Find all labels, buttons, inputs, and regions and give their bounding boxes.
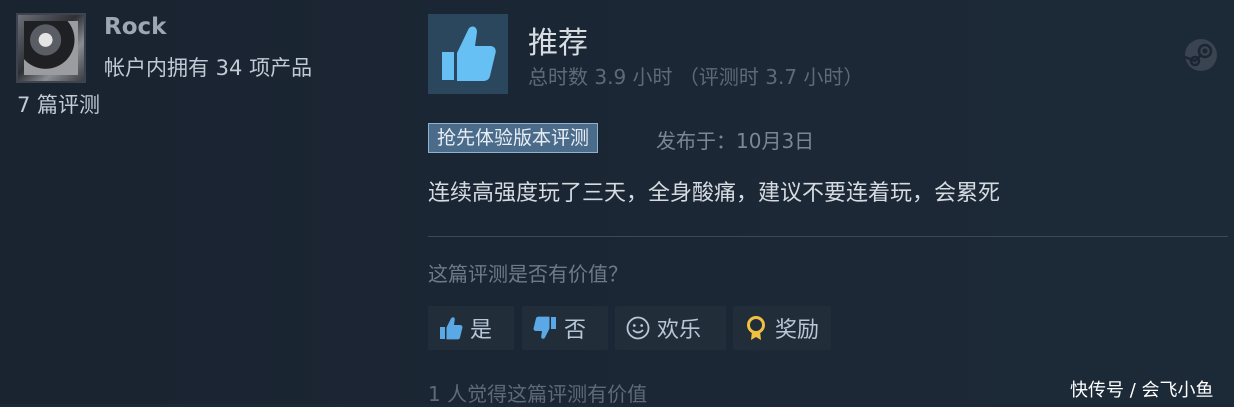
vote-no-label: 否: [564, 318, 587, 343]
vote-yes-label: 是: [470, 318, 493, 343]
review-text: 连续高强度玩了三天，全身酸痛，建议不要连着玩，会累死: [428, 181, 1001, 206]
watermark: 快传号 / 会飞小鱼: [1070, 380, 1214, 401]
avatar-image: [24, 21, 78, 75]
steam-logo-icon: [1184, 38, 1218, 72]
award-button[interactable]: 奖励: [733, 306, 831, 350]
posted-date: 发布于：10月3日: [656, 129, 815, 153]
vote-no-button[interactable]: 否: [522, 306, 608, 350]
smiley-icon: [625, 315, 651, 341]
products-owned[interactable]: 帐户内拥有 34 项产品: [104, 52, 312, 82]
reviews-count[interactable]: 7 篇评测: [17, 89, 100, 119]
thumbs-up-icon: [428, 14, 508, 94]
playtime: 总时数 3.9 小时 （评测时 3.7 小时）: [528, 65, 864, 89]
vote-funny-label: 欢乐: [657, 318, 702, 343]
reviewer-name[interactable]: Rock: [104, 14, 166, 40]
vote-funny-button[interactable]: 欢乐: [615, 306, 726, 350]
divider: [428, 236, 1228, 237]
thumbs-up-icon: [438, 315, 464, 341]
thumbs-up-graphic: [442, 26, 496, 81]
avatar[interactable]: [16, 13, 86, 83]
found-helpful-count: 1 人觉得这篇评测有价值: [428, 382, 648, 406]
award-ribbon-icon: [743, 315, 769, 341]
helpful-question: 这篇评测是否有价值？: [428, 262, 628, 286]
award-label: 奖励: [775, 318, 820, 343]
vote-yes-button[interactable]: 是: [428, 306, 514, 350]
thumbs-down-icon: [532, 315, 558, 341]
early-access-badge: 抢先体验版本评测: [428, 123, 599, 153]
review-verdict[interactable]: 推荐: [528, 18, 588, 62]
review-page: Rock 帐户内拥有 34 项产品 7 篇评测 推荐 总时数 3.9 小时 （评…: [0, 0, 1234, 406]
